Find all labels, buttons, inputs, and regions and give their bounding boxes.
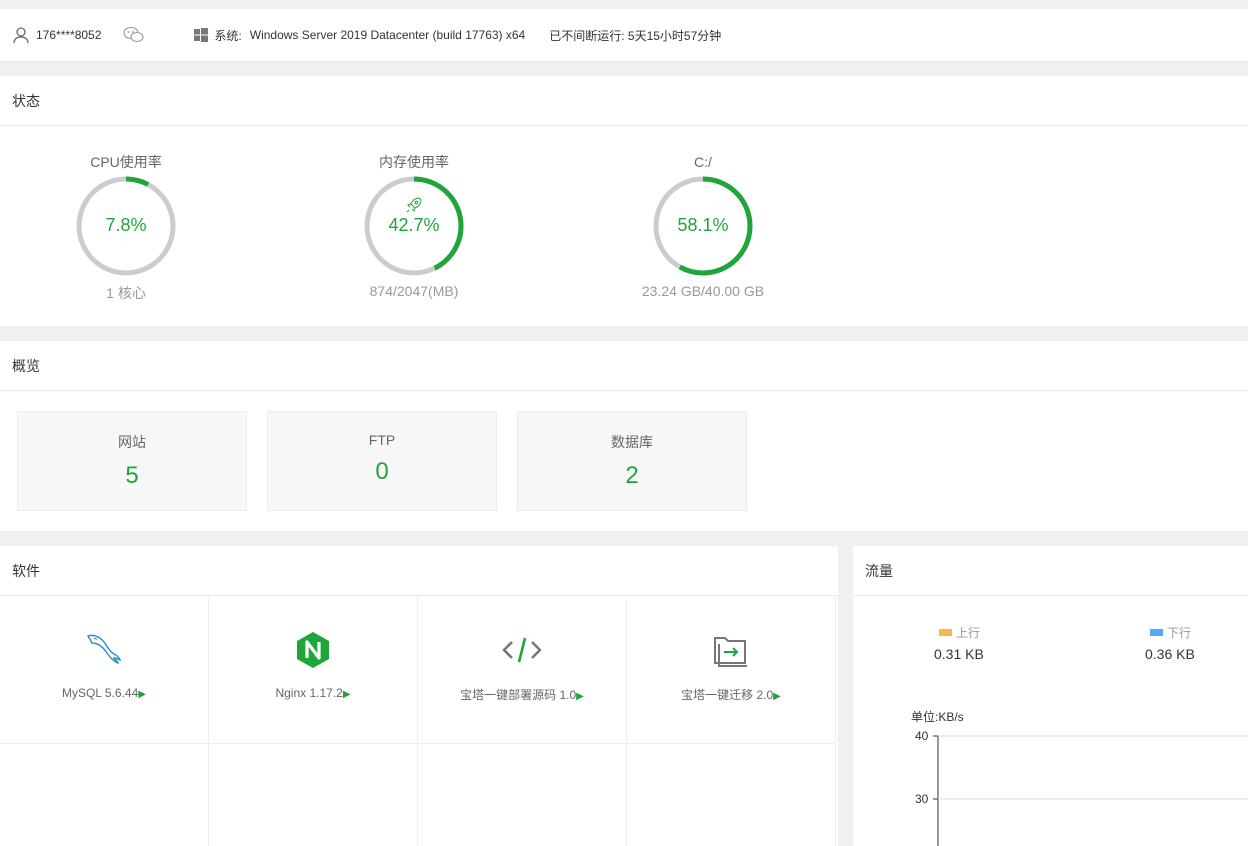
software-empty-slot bbox=[209, 744, 418, 846]
traffic-panel: 流量 上行 0.31 KB 下行 0.36 KB 单位:KB/s 40 30 bbox=[853, 546, 1248, 846]
software-empty-slot bbox=[0, 744, 209, 846]
software-name: Nginx 1.17.2 bbox=[275, 686, 343, 700]
play-icon[interactable]: ▶ bbox=[343, 689, 351, 700]
traffic-title: 流量 bbox=[853, 546, 1248, 596]
gauge-title: C:/ bbox=[694, 154, 712, 170]
gauge-percent: 42.7% bbox=[388, 215, 440, 235]
rocket-icon[interactable] bbox=[404, 195, 424, 215]
software-empty-slot bbox=[418, 744, 627, 846]
traffic-chart bbox=[933, 735, 1248, 846]
overview-websites[interactable]: 网站 5 bbox=[17, 411, 247, 511]
uptime: 已不间断运行: 5天15小时57分钟 bbox=[549, 28, 722, 43]
software-panel: 软件 MySQL 5.6.44▶ Nginx 1.17.2▶ 宝塔一键部署源码 … bbox=[0, 546, 838, 846]
y-tick-label: 40 bbox=[915, 729, 929, 743]
gauge-percent: 58.1% bbox=[677, 215, 729, 235]
software-item-nginx[interactable]: Nginx 1.17.2▶ bbox=[209, 596, 418, 744]
overview-count: 0 bbox=[375, 458, 389, 485]
software-item-mysql[interactable]: MySQL 5.6.44▶ bbox=[0, 596, 209, 744]
top-info-bar: 176****8052 系统: Windows Server 2019 Data… bbox=[0, 9, 1248, 61]
overview-title: 概览 bbox=[0, 341, 1248, 391]
play-icon[interactable]: ▶ bbox=[138, 689, 146, 700]
nginx-icon bbox=[297, 632, 329, 668]
cpu-gauge[interactable]: CPU使用率 7.8% 1 核心 bbox=[36, 152, 216, 303]
memory-gauge[interactable]: 内存使用率 42.7% 874/2047(MB) bbox=[324, 152, 504, 299]
system-value: Windows Server 2019 Datacenter (build 17… bbox=[249, 28, 526, 42]
play-icon[interactable]: ▶ bbox=[773, 691, 781, 702]
upload-label: 上行 bbox=[956, 626, 981, 640]
mysql-dolphin-icon bbox=[86, 634, 122, 665]
system-info: 系统: Windows Server 2019 Datacenter (buil… bbox=[193, 27, 525, 44]
software-item-deploy[interactable]: 宝塔一键部署源码 1.0▶ bbox=[418, 596, 627, 744]
overview-count: 2 bbox=[625, 462, 639, 489]
overview-label: 数据库 bbox=[611, 434, 653, 450]
download-value: 0.36 KB bbox=[1145, 646, 1195, 662]
upload-swatch bbox=[939, 629, 952, 636]
disk-gauge[interactable]: C:/ 58.1% 23.24 GB/40.00 GB bbox=[613, 152, 793, 299]
software-empty-slot bbox=[627, 744, 836, 846]
software-name: 宝塔一键部署源码 1.0 bbox=[460, 688, 577, 702]
overview-databases[interactable]: 数据库 2 bbox=[517, 411, 747, 511]
wechat-icon bbox=[123, 26, 144, 43]
gauge-sub: 874/2047(MB) bbox=[369, 283, 459, 299]
overview-label: FTP bbox=[368, 432, 396, 448]
user-info[interactable]: 176****8052 bbox=[12, 26, 101, 44]
upload-legend[interactable]: 上行 bbox=[939, 624, 980, 641]
status-title: 状态 bbox=[0, 76, 1248, 126]
play-icon[interactable]: ▶ bbox=[576, 691, 584, 702]
gauge-percent: 7.8% bbox=[105, 215, 147, 235]
software-name: MySQL 5.6.44 bbox=[62, 686, 139, 700]
gauge-sub: 1 核心 bbox=[106, 285, 146, 301]
chart-unit: 单位:KB/s bbox=[911, 710, 964, 724]
download-label: 下行 bbox=[1167, 626, 1192, 640]
status-panel: 状态 CPU使用率 7.8% 1 核心 内存使用率 42.7% 874/2047… bbox=[0, 76, 1248, 326]
gauge-title: CPU使用率 bbox=[90, 154, 162, 170]
gauge-sub: 23.24 GB/40.00 GB bbox=[641, 283, 765, 299]
overview-panel: 概览 网站 5 FTP 0 数据库 2 bbox=[0, 341, 1248, 531]
y-tick-label: 30 bbox=[915, 792, 929, 806]
windows-icon bbox=[194, 28, 209, 42]
overview-ftp[interactable]: FTP 0 bbox=[267, 411, 497, 511]
gauge-title: 内存使用率 bbox=[379, 154, 449, 170]
overview-label: 网站 bbox=[118, 434, 146, 450]
software-item-migrate[interactable]: 宝塔一键迁移 2.0▶ bbox=[627, 596, 836, 744]
code-icon bbox=[502, 637, 542, 663]
overview-count: 5 bbox=[125, 462, 139, 489]
username: 176****8052 bbox=[36, 28, 102, 42]
download-legend[interactable]: 下行 bbox=[1150, 624, 1191, 641]
download-swatch bbox=[1150, 629, 1163, 636]
software-title: 软件 bbox=[0, 546, 838, 596]
migrate-icon bbox=[714, 637, 747, 667]
software-name: 宝塔一键迁移 2.0 bbox=[681, 688, 774, 702]
wechat-button[interactable] bbox=[123, 26, 145, 44]
user-icon bbox=[13, 27, 29, 44]
system-label: 系统: bbox=[214, 28, 242, 43]
software-grid: MySQL 5.6.44▶ Nginx 1.17.2▶ 宝塔一键部署源码 1.0… bbox=[0, 596, 836, 846]
upload-value: 0.31 KB bbox=[934, 646, 984, 662]
